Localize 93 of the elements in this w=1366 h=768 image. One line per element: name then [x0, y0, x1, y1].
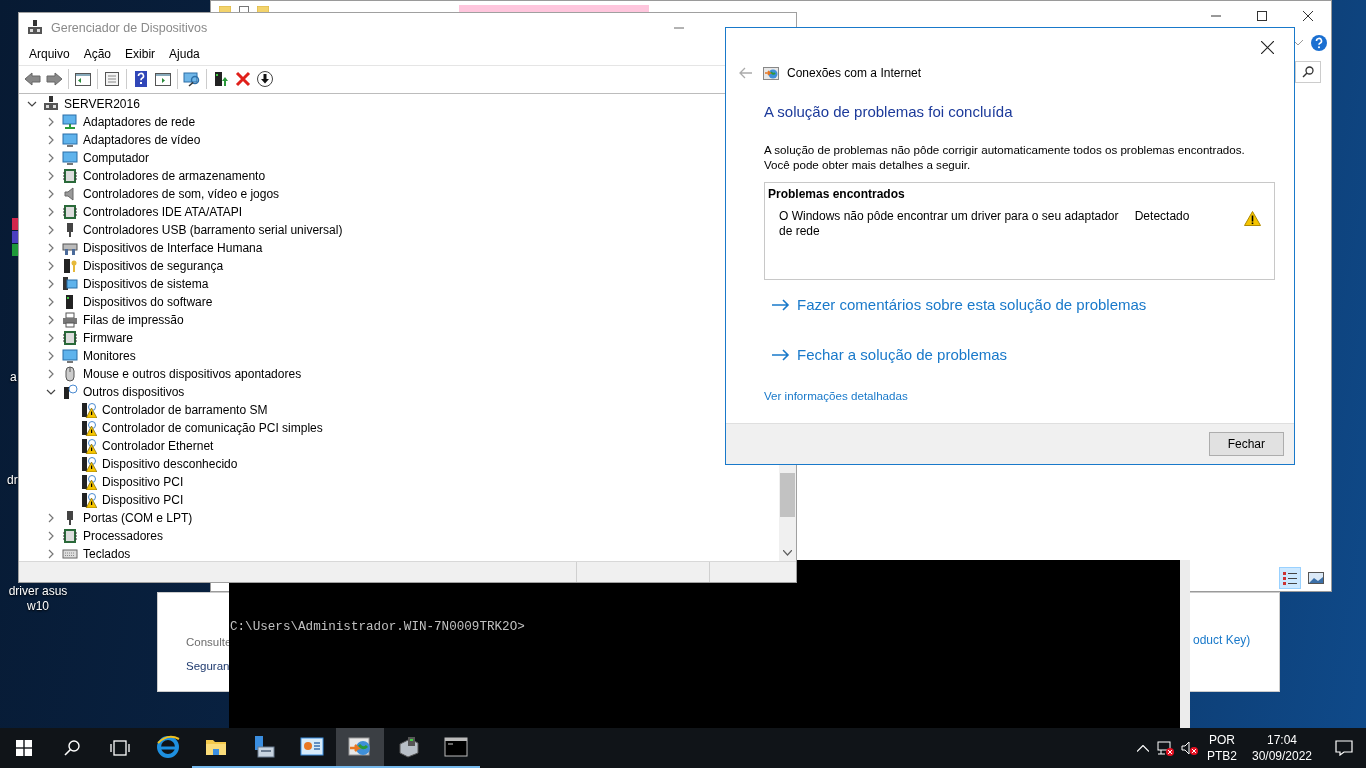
close-button[interactable]: Fechar: [1208, 432, 1284, 456]
desktop-icon-label[interactable]: dr: [7, 473, 18, 488]
tree-item[interactable]: Filas de impressão: [82, 311, 185, 328]
action-pane-icon: [154, 70, 172, 89]
tree-item[interactable]: Dispositivos do software: [82, 293, 214, 310]
dialog-heading: A solução de problemas foi concluída: [764, 102, 1014, 122]
menu-item[interactable]: Exibir: [118, 44, 163, 64]
hardware-icon: [396, 735, 420, 759]
image-icon: [1308, 572, 1324, 584]
network-icon: [763, 66, 779, 80]
search-icon: [1302, 66, 1314, 78]
back-arrow-icon: [23, 70, 41, 89]
notification-icon: [1335, 740, 1353, 756]
details-view-icon: [1282, 571, 1298, 585]
warning-icon: [1244, 210, 1261, 226]
tree-item[interactable]: Processadores: [82, 527, 165, 544]
desktop-icon-label[interactable]: driver asus w10: [6, 584, 70, 614]
tree-item[interactable]: Dispositivos de sistema: [82, 275, 210, 292]
menu-item[interactable]: Ajuda: [162, 44, 207, 64]
console-tree-icon: [74, 70, 92, 89]
chevron-down-icon: [783, 550, 792, 556]
tree-item[interactable]: SERVER2016: [63, 95, 141, 112]
forward-arrow-icon: [45, 70, 63, 89]
tree-item[interactable]: Controlador Ethernet: [101, 437, 215, 454]
computer-icon: [43, 95, 59, 112]
command-prompt: C:\Users\Administrador.WIN-7N0009TRK2O>: [230, 619, 525, 636]
details-link[interactable]: Ver informações detalhadas: [764, 386, 908, 404]
input-language-button[interactable]: POR PTB2: [1202, 732, 1242, 764]
menu-item[interactable]: Ação: [76, 44, 119, 64]
monitor-search-icon: [183, 70, 201, 89]
task-view-icon: [110, 740, 130, 756]
close-icon: [1303, 11, 1313, 21]
tree-item[interactable]: Computador: [82, 149, 151, 166]
tree-item[interactable]: Monitores: [82, 347, 137, 364]
tree-item[interactable]: Portas (COM e LPT): [82, 509, 194, 526]
network-icon: [348, 735, 372, 759]
link-text[interactable]: Seguran: [186, 658, 230, 676]
tree-item[interactable]: Dispositivos de Interface Humana: [82, 239, 264, 256]
close-icon: [1260, 40, 1274, 54]
desktop-icon-label[interactable]: a: [10, 370, 17, 385]
command-link[interactable]: Fechar a solução de problemas: [772, 344, 1275, 367]
browser-icon: [156, 735, 180, 759]
tree-item[interactable]: Controlador de barramento SM: [101, 401, 269, 418]
tree-item[interactable]: Controladores de som, vídeo e jogos: [82, 185, 281, 202]
description-text: A solução de problemas não pôde corrigir automaticamente todos os problemas encontrados. Você pode obter mais detalhes a seguir.: [764, 141, 1246, 172]
scrollbar-thumb[interactable]: [780, 473, 795, 517]
search-icon: [64, 740, 80, 756]
problem-text: O Windows não pôde encontrar um driver para o seu adaptador de rede: [779, 208, 1120, 240]
tree-item[interactable]: Teclados: [82, 545, 132, 561]
tree-item[interactable]: Dispositivo desconhecido: [101, 455, 239, 472]
control-panel-icon: [300, 735, 324, 759]
tree-item[interactable]: Adaptadores de vídeo: [82, 131, 202, 148]
caret-up-icon: [1137, 744, 1149, 752]
link-text[interactable]: Consulte: [186, 634, 232, 652]
menu-item[interactable]: Arquivo: [22, 44, 77, 64]
tree-item[interactable]: Firmware: [82, 329, 134, 346]
volume-muted-icon: [1181, 740, 1199, 756]
tree-item[interactable]: Dispositivo PCI: [101, 491, 185, 508]
update-driver-icon: [212, 70, 230, 89]
tree-item[interactable]: Dispositivos de segurança: [82, 257, 225, 274]
scroll-down-button[interactable]: [780, 547, 795, 559]
search-field[interactable]: [1295, 61, 1321, 83]
delete-icon: [234, 70, 252, 89]
breadcrumb-title: Conexões com a Internet: [787, 65, 922, 82]
arrow-right-icon: [772, 298, 790, 311]
server-manager-icon: [252, 735, 276, 759]
maximize-icon: [1257, 11, 1267, 21]
window-title: Gerenciador de Dispositivos: [51, 19, 208, 37]
network-error-icon: [1157, 740, 1175, 756]
help-icon: [132, 70, 150, 89]
clock-button[interactable]: 17:04 30/09/2022: [1242, 732, 1322, 764]
tree-item[interactable]: Dispositivo PCI: [101, 473, 185, 490]
tree-item[interactable]: Controladores de armazenamento: [82, 167, 267, 184]
tree-item[interactable]: Mouse e outros dispositivos apontadores: [82, 365, 303, 382]
download-icon: [256, 70, 274, 89]
properties-icon: [103, 70, 121, 89]
device-manager-icon: [27, 20, 43, 36]
tree-item[interactable]: Controladores USB (barramento serial universal): [82, 221, 344, 238]
details-view-button[interactable]: [1279, 567, 1301, 589]
link-text[interactable]: oduct Key): [1193, 631, 1251, 649]
terminal-icon: [444, 735, 468, 759]
tree-item[interactable]: Controladores IDE ATA/ATAPI: [82, 203, 244, 220]
tree-item[interactable]: Controlador de comunicação PCI simples: [101, 419, 324, 436]
tree-item[interactable]: Adaptadores de rede: [82, 113, 197, 130]
taskbar-app[interactable]: [336, 728, 384, 768]
panel-title: Problemas encontrados: [768, 185, 906, 203]
command-link[interactable]: Fazer comentários sobre esta solução de problemas: [772, 293, 1275, 316]
help-icon: [1311, 35, 1327, 51]
tree-item[interactable]: Outros dispositivos: [82, 383, 186, 400]
arrow-right-icon: [772, 349, 790, 362]
problem-status: Detectado: [1134, 208, 1191, 225]
back-arrow-icon: [739, 67, 753, 79]
windows-icon: [16, 740, 32, 756]
